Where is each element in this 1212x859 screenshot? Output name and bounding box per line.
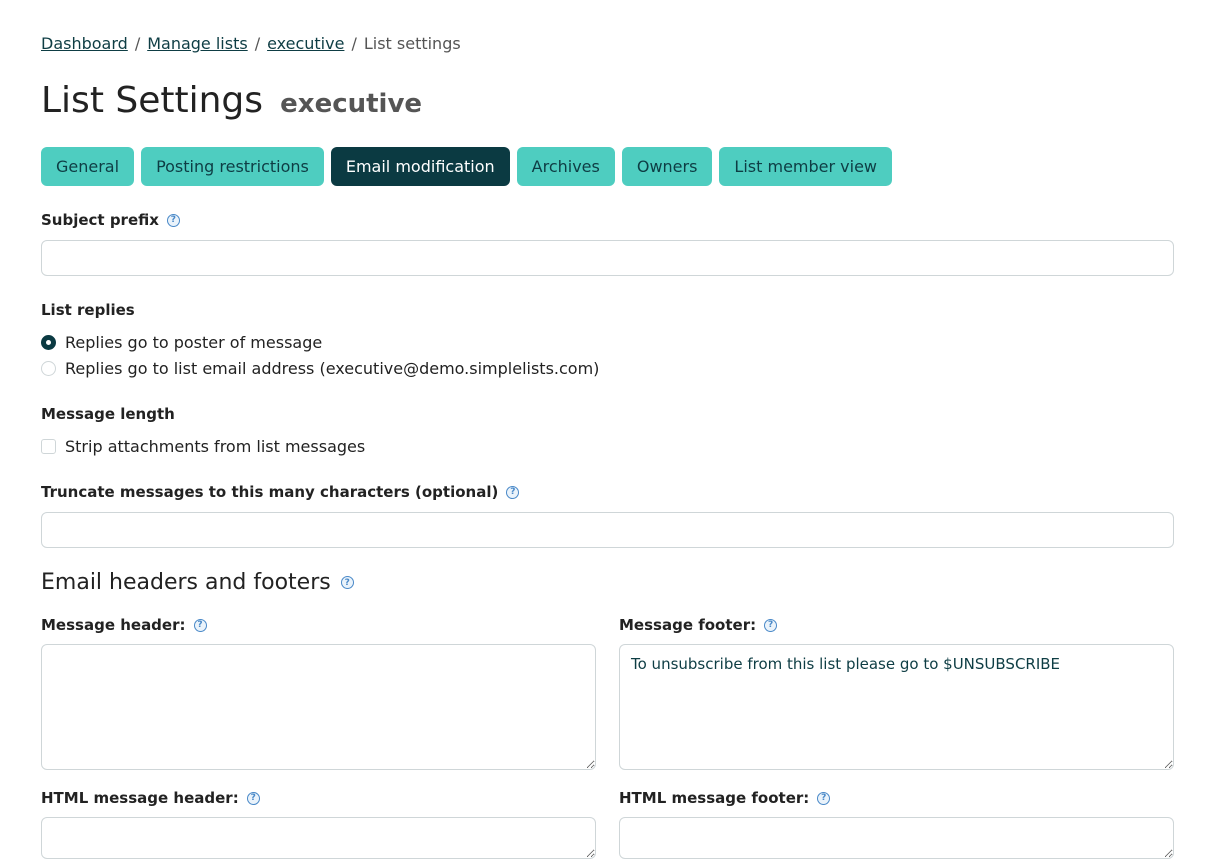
breadcrumb-separator: / [134, 34, 141, 53]
message-length-label: Message length [41, 405, 175, 423]
html-message-header-label: HTML message header: ? [41, 789, 260, 807]
question-mark-icon[interactable]: ? [193, 618, 207, 632]
html-message-footer-label-text: HTML message footer: [619, 789, 810, 807]
reply-to-poster-radio[interactable] [41, 335, 56, 350]
strip-attachments-label: Strip attachments from list messages [65, 437, 366, 456]
reply-to-list-radio[interactable] [41, 361, 56, 376]
html-message-header-textarea[interactable] [41, 817, 596, 859]
truncate-label: Truncate messages to this many character… [41, 483, 520, 501]
question-mark-icon[interactable]: ? [506, 485, 520, 499]
message-header-label-text: Message header: [41, 616, 186, 634]
message-footer-label-text: Message footer: [619, 616, 757, 634]
reply-to-poster-label: Replies go to poster of message [65, 333, 323, 352]
subject-prefix-label: Subject prefix ? [41, 211, 180, 229]
breadcrumb-dashboard-link[interactable]: Dashboard [41, 34, 128, 53]
question-mark-icon[interactable]: ? [764, 618, 778, 632]
subject-prefix-input[interactable] [41, 240, 1174, 276]
breadcrumb-separator: / [351, 34, 357, 53]
tab-list-member-view[interactable]: List member view [719, 147, 892, 186]
list-replies-label: List replies [41, 301, 135, 319]
question-mark-icon[interactable]: ? [166, 213, 180, 227]
page-title: List Settings executive [41, 80, 422, 121]
breadcrumb-manage-lists-link[interactable]: Manage lists [147, 34, 247, 53]
reply-to-list-option[interactable]: Replies go to list email address (execut… [41, 359, 599, 378]
html-message-header-label-text: HTML message header: [41, 789, 239, 807]
subject-prefix-label-text: Subject prefix [41, 211, 159, 229]
tab-general[interactable]: General [41, 147, 135, 186]
reply-to-list-label: Replies go to list email address (execut… [65, 359, 600, 378]
truncate-label-text: Truncate messages to this many character… [41, 483, 499, 501]
message-footer-label: Message footer: ? [619, 616, 778, 634]
truncate-characters-input[interactable] [41, 512, 1174, 548]
headers-footers-section-title: Email headers and footers ? [41, 570, 354, 595]
strip-attachments-option[interactable]: Strip attachments from list messages [41, 437, 365, 456]
question-mark-icon[interactable]: ? [340, 576, 354, 589]
tab-email-modification[interactable]: Email modification [330, 147, 510, 186]
breadcrumb: Dashboard / Manage lists / executive / List se… [41, 34, 461, 53]
message-header-textarea[interactable] [41, 644, 596, 770]
breadcrumb-executive-link[interactable]: executive [267, 34, 344, 53]
tab-owners[interactable]: Owners [621, 147, 713, 186]
page-title-list-name: executive [280, 89, 423, 119]
message-footer-textarea[interactable]: To unsubscribe from this list please go … [619, 644, 1174, 770]
html-message-footer-label: HTML message footer: ? [619, 789, 831, 807]
settings-tabs: General Posting restrictions Email modif… [41, 147, 892, 186]
question-mark-icon[interactable]: ? [817, 791, 831, 805]
page-title-main: List Settings [41, 80, 264, 121]
breadcrumb-separator: / [254, 34, 261, 53]
message-header-label: Message header: ? [41, 616, 207, 634]
html-message-footer-textarea[interactable] [619, 817, 1174, 859]
headers-footers-title-text: Email headers and footers [41, 570, 331, 595]
tab-posting-restrictions[interactable]: Posting restrictions [141, 147, 324, 186]
tab-archives[interactable]: Archives [516, 147, 615, 186]
breadcrumb-current: List settings [363, 34, 461, 53]
reply-to-poster-option[interactable]: Replies go to poster of message [41, 333, 322, 352]
question-mark-icon[interactable]: ? [246, 791, 260, 805]
strip-attachments-checkbox[interactable] [41, 439, 56, 454]
